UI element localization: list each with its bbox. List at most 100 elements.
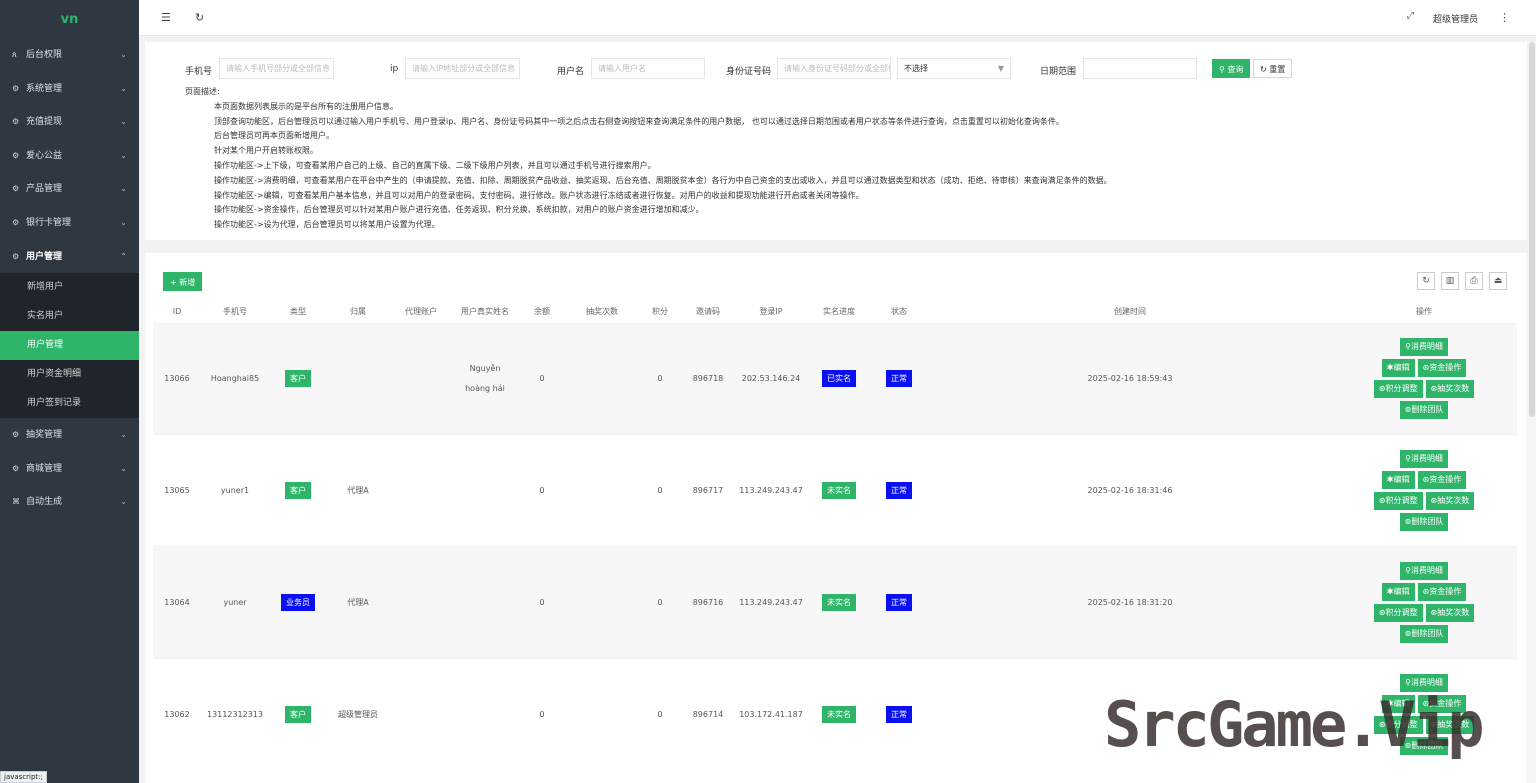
table-cell: 13064 (153, 546, 201, 659)
menu-toggle-icon[interactable]: ☰ (161, 11, 171, 24)
delete-team-button[interactable]: ⊛删除团队 (1399, 401, 1449, 420)
sidebar-item-users[interactable]: ⚙ 用户管理 ⌃ (0, 240, 139, 274)
add-user-button[interactable]: + 新增 (163, 272, 203, 291)
idcard-label: 身份证号码 (726, 67, 772, 77)
column-header: ID (172, 307, 182, 317)
sidebar-item-mall[interactable]: ⚙ 商城管理 ⌄ (0, 452, 139, 486)
sidebar-subitem-user-funds[interactable]: 用户资金明细 (0, 360, 139, 389)
sidebar-subitem-user-checkin[interactable]: 用户签到记录 (0, 389, 139, 418)
points-adjust-button[interactable]: ⊛积分调整 (1373, 603, 1423, 622)
table-cell: 0 (517, 546, 567, 659)
chevron-down-icon: ⌄ (120, 184, 127, 194)
refresh-icon[interactable]: ↻ (1417, 272, 1435, 290)
ip-input[interactable]: 请输入IP地址部分或全部信息 (405, 58, 520, 79)
phone-input[interactable]: 请输入手机号部分或全部信息 (219, 58, 334, 79)
lottery-count-button[interactable]: ⊛抽奖次数 (1425, 380, 1475, 399)
consume-detail-button[interactable]: ⚲消费明细 (1400, 338, 1448, 357)
query-button[interactable]: ⚲ 查询 (1212, 59, 1251, 78)
description-line: 操作功能区->编辑，可查看某用户基本信息，并且可以对用户的登录密码、支付密码、进… (214, 190, 864, 200)
column-header: 用户真实姓名 (461, 307, 509, 317)
table-cell: 13112312313 (201, 657, 269, 771)
column-header: 积分 (652, 307, 668, 317)
description-line: 操作功能区->资金操作，后台管理员可以针对某用户账户进行充值、任务返现、积分兑换… (214, 205, 704, 215)
table-row: 13066 Hoanghai85 客户 Nguyễn hoàng hải 0 0 … (153, 322, 1517, 435)
status-badge: 正常 (886, 482, 912, 500)
gear-icon: ⚙ (12, 150, 20, 160)
table-cell (453, 434, 517, 547)
table-cell: 代理A (327, 434, 389, 547)
table-cell (389, 657, 453, 771)
fund-operation-button[interactable]: ⊛资金操作 (1417, 471, 1467, 490)
table-cell: 0 (637, 322, 683, 435)
sidebar-nav: ጰ 后台权限 ⌄ ⚙ 系统管理 ⌄ ⚙ 充值提现 ⌄ ⚙ 爱心公益 ⌄ ⚙ 产品管理 ⌄ ⚙ 银行卡管… (0, 38, 139, 519)
status-badge: 正常 (886, 593, 912, 611)
table-cell: 0 (637, 546, 683, 659)
lottery-count-button[interactable]: ⊛抽奖次数 (1425, 492, 1475, 511)
table-cell: 已实名 (809, 322, 869, 435)
columns-icon[interactable]: ▥ (1441, 272, 1459, 290)
status-badge: 正常 (886, 370, 912, 388)
reset-button[interactable]: ↻ 重置 (1253, 59, 1293, 78)
table-cell: 113.249.243.47 (733, 434, 809, 547)
sidebar-item-bank-cards[interactable]: ⚙ 银行卡管理 ⌄ (0, 206, 139, 240)
consume-detail-button[interactable]: ⚲消费明细 (1400, 450, 1448, 469)
table-cell (567, 434, 637, 547)
sidebar-item-lottery[interactable]: ⚙ 抽奖管理 ⌄ (0, 418, 139, 452)
description-title: 页面描述: (185, 87, 220, 96)
page-scrollbar[interactable] (1528, 42, 1536, 783)
table-row: 13065 yuner1 客户 代理A 0 0 896717 113.249.2… (153, 434, 1517, 547)
edit-button[interactable]: ✱编辑 (1381, 582, 1415, 601)
chevron-up-icon: ⌃ (120, 251, 127, 261)
sidebar-item-recharge[interactable]: ⚙ 充值提现 ⌄ (0, 105, 139, 139)
sidebar-item-system[interactable]: ⚙ 系统管理 ⌄ (0, 72, 139, 106)
date-range-label: 日期范围 (1040, 67, 1077, 77)
lottery-count-button[interactable]: ⊛抽奖次数 (1425, 603, 1475, 622)
export-icon[interactable]: ⏏ (1489, 272, 1507, 290)
delete-team-button[interactable]: ⊛删除团队 (1399, 624, 1449, 643)
sidebar-subitem-user-management[interactable]: 用户管理 (0, 331, 139, 361)
user-menu[interactable]: 超级管理员 (1433, 12, 1478, 25)
fund-operation-button[interactable]: ⊛资金操作 (1417, 359, 1467, 378)
table-cell: 正常 (869, 657, 929, 771)
sidebar-item-products[interactable]: ⚙ 产品管理 ⌄ (0, 172, 139, 206)
sidebar-submenu-users: 新增用户 实名用户 用户管理 用户资金明细 用户签到记录 (0, 273, 139, 419)
points-adjust-button[interactable]: ⊛积分调整 (1373, 380, 1423, 399)
edit-button[interactable]: ✱编辑 (1381, 359, 1415, 378)
idcard-input[interactable]: 请输入身份证号码部分或全部信息 (777, 58, 891, 79)
table-cell: ⚲消费明细 ✱编辑 ⊛资金操作 ⊛积分调整 ⊛抽奖次数 ⊛删除团队 (1331, 322, 1517, 435)
refresh-icon[interactable]: ↻ (195, 11, 204, 24)
page-description: 页面描述: 本页面数据列表展示的是平台所有的注册用户信息。 顶部查询功能区，后台… (185, 85, 1112, 233)
description-line: 操作功能区->上下级，可查看某用户自己的上级、自己的直属下级、二级下级用户列表，… (214, 160, 656, 170)
fund-operation-button[interactable]: ⊛资金操作 (1417, 582, 1467, 601)
table-cell: Hoanghai85 (201, 322, 269, 435)
ip-label: ip (390, 64, 399, 74)
sidebar-subitem-add-user[interactable]: 新增用户 (0, 273, 139, 302)
status-select[interactable]: 不选择 ▼ (897, 58, 1011, 79)
more-vertical-icon[interactable]: ⋮ (1499, 11, 1510, 24)
table-cell: ⚲消费明细 ✱编辑 ⊛资金操作 ⊛积分调整 ⊛抽奖次数 ⊛删除团队 (1331, 546, 1517, 659)
table-cell: 正常 (869, 546, 929, 659)
delete-team-button[interactable]: ⊛删除团队 (1399, 513, 1449, 532)
row-actions: ⚲消费明细 ✱编辑 ⊛资金操作 ⊛积分调整 ⊛抽奖次数 ⊛删除团队 (1331, 450, 1517, 532)
logo: vn (60, 12, 79, 27)
fullscreen-icon[interactable]: ⤢ (1407, 11, 1414, 21)
watermark: SrcGame.Vip (1104, 688, 1485, 761)
verify-badge: 已实名 (822, 370, 856, 388)
sidebar-item-charity[interactable]: ⚙ 爱心公益 ⌄ (0, 139, 139, 173)
table-cell: Nguyễn hoàng hải (453, 322, 517, 435)
table-cell: 客户 (269, 434, 327, 547)
column-header: 手机号 (223, 307, 247, 317)
person-icon: ጰ (12, 50, 17, 59)
scrollbar-thumb[interactable] (1529, 42, 1535, 417)
username-input[interactable]: 请输入用户名 (591, 58, 705, 79)
sidebar-item-admin-permissions[interactable]: ጰ 后台权限 ⌄ (0, 38, 139, 72)
sidebar-item-auto-generate[interactable]: ⌘ 自动生成 ⌄ (0, 485, 139, 519)
points-adjust-button[interactable]: ⊛积分调整 (1373, 492, 1423, 511)
sidebar-subitem-verified-users[interactable]: 实名用户 (0, 302, 139, 331)
column-header: 操作 (1416, 307, 1432, 317)
edit-button[interactable]: ✱编辑 (1381, 471, 1415, 490)
print-icon[interactable]: ⎙ (1465, 272, 1483, 290)
date-range-input[interactable] (1083, 58, 1197, 79)
table-cell: 0 (517, 434, 567, 547)
consume-detail-button[interactable]: ⚲消费明细 (1400, 561, 1448, 580)
